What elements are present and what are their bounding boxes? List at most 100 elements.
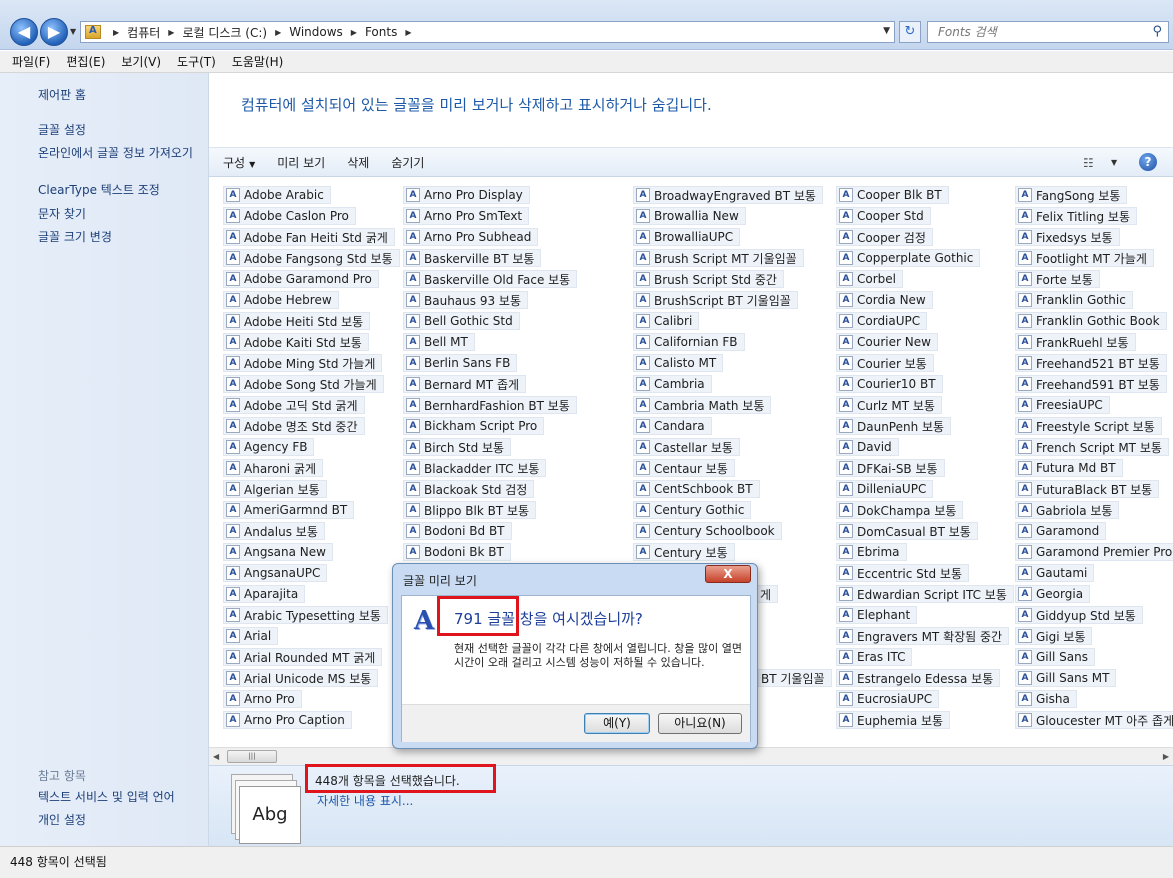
font-item[interactable]: A Engravers MT 확장됨 중간 <box>836 627 1010 645</box>
font-item[interactable]: A DokChampa 보통 <box>836 501 964 519</box>
font-item[interactable]: A Baskerville Old Face 보통 <box>403 270 578 288</box>
recent-pages-dropdown[interactable]: ▼ <box>70 27 76 36</box>
font-item[interactable]: A Cooper Blk BT <box>836 186 949 204</box>
font-item[interactable]: A Calibri <box>633 312 700 330</box>
font-item[interactable]: A Arno Pro Caption <box>223 711 352 729</box>
font-item[interactable]: A Eras ITC <box>836 648 913 666</box>
chevron-right-icon[interactable]: ▶ <box>351 28 357 37</box>
font-item[interactable]: A Century 보통 <box>633 543 735 561</box>
font-item[interactable]: A AmeriGarmnd BT <box>223 501 355 519</box>
font-item[interactable]: A Cooper 검정 <box>836 228 933 246</box>
font-item-partial[interactable]: 게 <box>757 585 779 603</box>
font-item[interactable]: A Adobe Caslon Pro <box>223 207 356 225</box>
font-item[interactable]: A Ebrima <box>836 543 907 561</box>
font-item[interactable]: A Futura Md BT <box>1015 459 1123 477</box>
font-item[interactable]: A Curlz MT 보통 <box>836 396 942 414</box>
font-item[interactable]: A Fixedsys 보통 <box>1015 228 1120 246</box>
search-input[interactable] <box>928 22 1138 42</box>
show-more-details-link[interactable]: 자세한 내용 표시... <box>317 792 413 809</box>
chevron-right-icon[interactable]: ▶ <box>113 28 119 37</box>
font-item[interactable]: A Eccentric Std 보통 <box>836 564 969 582</box>
font-item[interactable]: A Andalus 보통 <box>223 522 325 540</box>
crumb-computer[interactable]: 컴퓨터 <box>127 24 160 41</box>
font-item[interactable]: A Blackoak Std 검정 <box>403 480 535 498</box>
menu-edit[interactable]: 편집(E) <box>66 53 105 70</box>
font-item[interactable]: A Adobe Garamond Pro <box>223 270 379 288</box>
font-item[interactable]: A Bell MT <box>403 333 475 351</box>
font-item[interactable]: A Arial Rounded MT 굵게 <box>223 648 383 666</box>
font-item[interactable]: A Adobe Heiti Std 보통 <box>223 312 371 330</box>
font-item[interactable]: A Bell Gothic Std <box>403 312 520 330</box>
cleartype-link[interactable]: ClearType 텍스트 조정 <box>38 183 203 198</box>
font-item[interactable]: A Brush Script Std 중간 <box>633 270 784 288</box>
font-item[interactable]: A Bodoni Bd BT <box>403 522 512 540</box>
font-item[interactable]: A Cooper Std <box>836 207 931 225</box>
help-icon[interactable]: ? <box>1139 153 1157 171</box>
font-item[interactable]: A BrowalliaUPC <box>633 228 741 246</box>
font-item[interactable]: A CordiaUPC <box>836 312 928 330</box>
dialog-close-button[interactable]: X <box>705 565 751 583</box>
menu-tools[interactable]: 도구(T) <box>177 53 216 70</box>
menu-file[interactable]: 파일(F) <box>12 53 50 70</box>
view-dropdown-icon[interactable]: ▼ <box>1111 158 1117 167</box>
font-item[interactable]: A DilleniaUPC <box>836 480 934 498</box>
forward-button[interactable]: ▶ <box>40 18 68 46</box>
font-item[interactable]: A DaunPenh 보통 <box>836 417 952 435</box>
font-item[interactable]: A EucrosiaUPC <box>836 690 940 708</box>
font-item[interactable]: A Agency FB <box>223 438 315 456</box>
search-icon[interactable]: ⚲ <box>1152 24 1162 39</box>
font-item[interactable]: A Brush Script MT 기울임꼴 <box>633 249 804 267</box>
chevron-right-icon[interactable]: ▶ <box>168 28 174 37</box>
control-panel-home-link[interactable]: 제어판 홈 <box>38 88 203 103</box>
font-item[interactable]: A Footlight MT 가늘게 <box>1015 249 1154 267</box>
font-item[interactable]: A Estrangelo Edessa 보통 <box>836 669 1001 687</box>
font-item[interactable]: A Freestyle Script 보통 <box>1015 417 1162 435</box>
font-item[interactable]: A Cambria <box>633 375 712 393</box>
font-item[interactable]: A Birch Std 보통 <box>403 438 512 456</box>
font-item[interactable]: A BrushScript BT 기울임꼴 <box>633 291 798 309</box>
font-item[interactable]: A Algerian 보통 <box>223 480 327 498</box>
font-item[interactable]: A Courier New <box>836 333 938 351</box>
font-item[interactable]: A David <box>836 438 899 456</box>
font-item[interactable]: A Adobe Ming Std 가늘게 <box>223 354 383 372</box>
font-item[interactable]: A Adobe 명조 Std 중간 <box>223 417 365 435</box>
font-item[interactable]: A Giddyup Std 보통 <box>1015 606 1143 624</box>
font-item[interactable]: A Adobe Fangsong Std 보통 <box>223 249 400 267</box>
hide-button[interactable]: 숨기기 <box>391 154 424 171</box>
font-item[interactable]: A Aharoni 굵게 <box>223 459 324 477</box>
font-item[interactable]: A Bauhaus 93 보통 <box>403 291 528 309</box>
yes-button[interactable]: 예(Y) <box>584 713 650 734</box>
font-item[interactable]: A Aparajita <box>223 585 306 603</box>
address-dropdown-icon[interactable]: ▼ <box>883 26 890 36</box>
font-item[interactable]: A Copperplate Gothic <box>836 249 981 267</box>
address-box[interactable]: ▶ 컴퓨터 ▶ 로컬 디스크 (C:) ▶ Windows ▶ Fonts ▶ ▼ <box>80 21 895 43</box>
font-item[interactable]: A Arno Pro Subhead <box>403 228 539 246</box>
font-item[interactable]: A Angsana New <box>223 543 333 561</box>
text-services-link[interactable]: 텍스트 서비스 및 입력 언어 <box>38 790 203 805</box>
font-item[interactable]: A Arial Unicode MS 보통 <box>223 669 379 687</box>
chevron-right-icon[interactable]: ▶ <box>275 28 281 37</box>
font-item[interactable]: A FangSong 보통 <box>1015 186 1128 204</box>
font-item[interactable]: A Blackadder ITC 보통 <box>403 459 547 477</box>
font-item[interactable]: A DFKai-SB 보통 <box>836 459 945 477</box>
font-item[interactable]: A Baskerville BT 보통 <box>403 249 542 267</box>
font-item[interactable]: A Californian FB <box>633 333 745 351</box>
font-item[interactable]: A French Script MT 보통 <box>1015 438 1169 456</box>
font-item[interactable]: A Gabriola 보통 <box>1015 501 1120 519</box>
font-item[interactable]: A Adobe Song Std 가늘게 <box>223 375 384 393</box>
font-item[interactable]: A FuturaBlack BT 보통 <box>1015 480 1160 498</box>
font-item[interactable]: A Freehand521 BT 보통 <box>1015 354 1167 372</box>
font-item[interactable]: A Arno Pro Display <box>403 186 530 204</box>
horizontal-scrollbar[interactable]: ◀ ||| ▶ <box>209 747 1173 765</box>
delete-button[interactable]: 삭제 <box>347 154 369 171</box>
font-item[interactable]: A BroadwayEngraved BT 보통 <box>633 186 823 204</box>
font-item[interactable]: A Bodoni Bk BT <box>403 543 511 561</box>
font-item-partial[interactable]: BT 기울임꼴 <box>758 669 832 687</box>
no-button[interactable]: 아니요(N) <box>658 713 742 734</box>
font-item[interactable]: A Courier10 BT <box>836 375 943 393</box>
font-item[interactable]: A AngsanaUPC <box>223 564 328 582</box>
font-item[interactable]: A Gill Sans MT <box>1015 669 1117 687</box>
font-item[interactable]: A Centaur 보통 <box>633 459 735 477</box>
font-item[interactable]: A Euphemia 보통 <box>836 711 951 729</box>
font-item[interactable]: A FrankRuehl 보통 <box>1015 333 1136 351</box>
